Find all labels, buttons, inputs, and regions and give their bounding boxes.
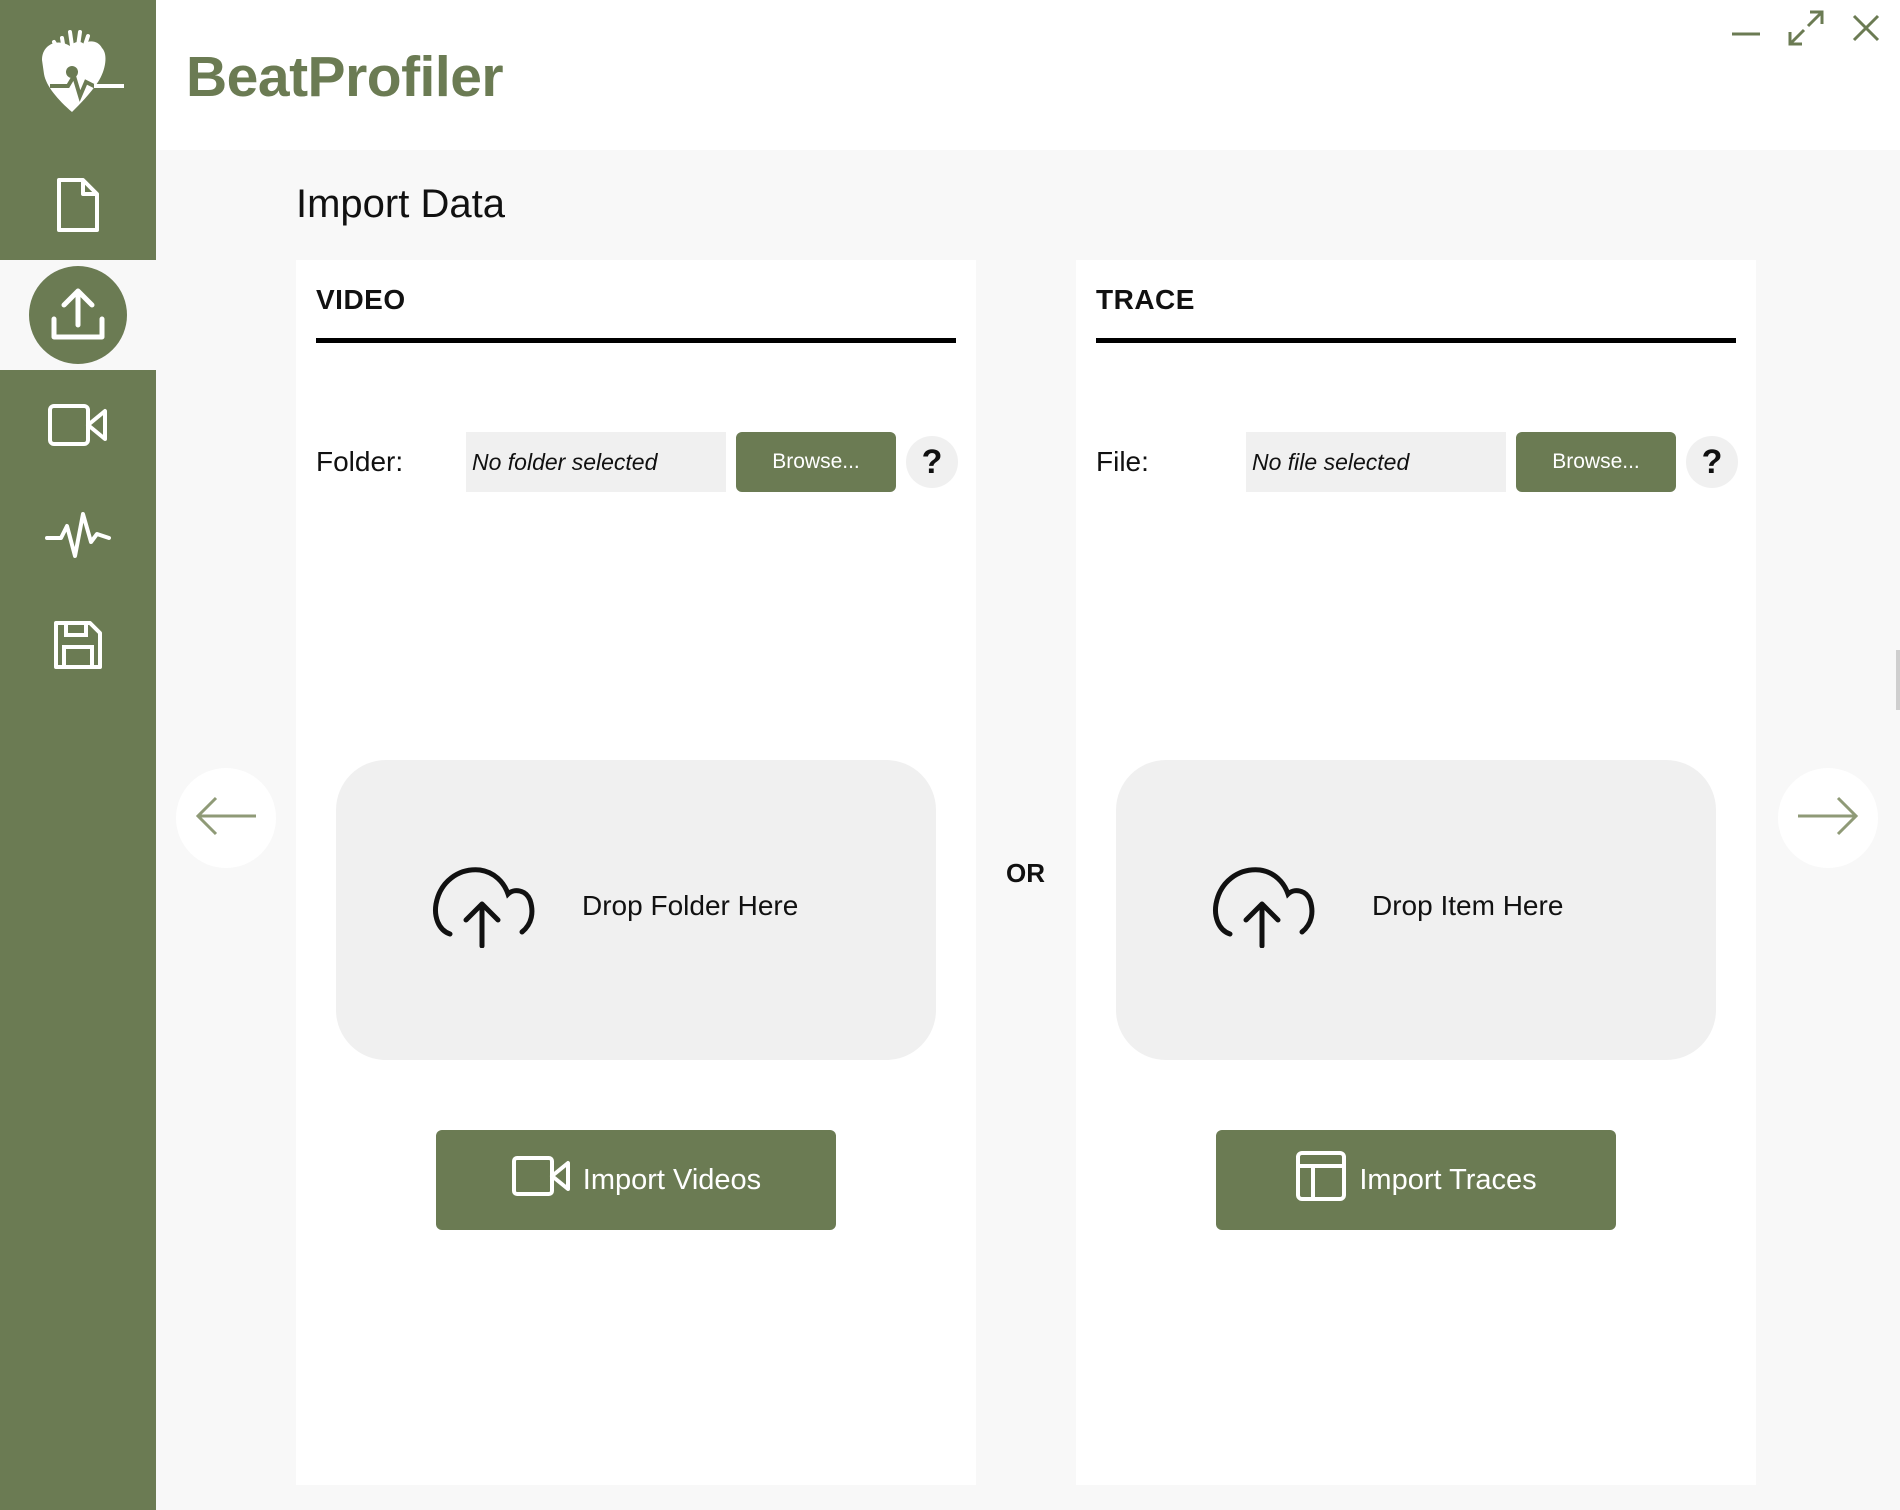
sidebar-item-video[interactable] — [0, 370, 156, 480]
trace-panel: TRACE File: No file selected Browse... ?… — [1076, 260, 1756, 1485]
sidebar-item-file[interactable] — [0, 150, 156, 260]
previous-page-button[interactable] — [176, 768, 276, 868]
sidebar-item-analysis[interactable] — [0, 480, 156, 590]
app-header: BeatProfiler — [156, 0, 1900, 150]
cloud-upload-icon — [1212, 860, 1316, 953]
folder-path-field[interactable]: No folder selected — [466, 432, 726, 492]
browse-file-button[interactable]: Browse... — [1516, 432, 1676, 492]
upload-icon — [48, 285, 108, 345]
file-label: File: — [1096, 446, 1149, 477]
sidebar — [0, 0, 156, 1510]
trace-help-button[interactable]: ? — [1686, 436, 1738, 488]
cloud-upload-icon — [432, 860, 536, 953]
video-panel: VIDEO Folder: No folder selected Browse.… — [296, 260, 976, 1485]
app-title: BeatProfiler — [186, 45, 504, 109]
save-icon — [52, 619, 104, 671]
drop-item-text: Drop Item Here — [1372, 890, 1564, 921]
video-panel-divider — [316, 338, 956, 343]
import-traces-label: Import Traces — [1359, 1163, 1537, 1196]
close-icon — [1850, 12, 1882, 49]
import-videos-label: Import Videos — [582, 1163, 762, 1196]
import-videos-button[interactable]: Import Videos — [436, 1130, 836, 1230]
sidebar-item-save[interactable] — [0, 590, 156, 700]
expand-icon — [1786, 8, 1826, 53]
sidebar-item-import[interactable] — [0, 260, 156, 370]
video-camera-icon — [511, 1155, 583, 1205]
close-button[interactable] — [1844, 8, 1888, 52]
next-page-button[interactable] — [1778, 768, 1878, 868]
maximize-button[interactable] — [1784, 8, 1828, 52]
scrollbar-thumb[interactable] — [1896, 650, 1900, 710]
trace-panel-divider — [1096, 338, 1736, 343]
active-nav-circle — [29, 266, 127, 364]
folder-drop-zone[interactable]: Drop Folder Here — [336, 760, 936, 1060]
item-drop-zone[interactable]: Drop Item Here — [1116, 760, 1716, 1060]
minimize-icon — [1730, 12, 1762, 49]
arrow-left-icon — [194, 796, 258, 841]
or-separator: OR — [1006, 858, 1045, 888]
folder-label: Folder: — [316, 446, 404, 477]
video-panel-heading: VIDEO — [316, 284, 406, 315]
video-help-button[interactable]: ? — [906, 436, 958, 488]
minimize-button[interactable] — [1724, 8, 1768, 52]
file-icon — [53, 176, 103, 234]
arrow-right-icon — [1796, 796, 1860, 841]
drop-folder-text: Drop Folder Here — [582, 890, 799, 921]
waveform-icon — [45, 508, 111, 562]
page-title: Import Data — [296, 182, 505, 226]
heart-logo-icon — [28, 24, 128, 124]
file-path-field[interactable]: No file selected — [1246, 432, 1506, 492]
browse-folder-button[interactable]: Browse... — [736, 432, 896, 492]
import-traces-button[interactable]: Import Traces — [1216, 1130, 1616, 1230]
trace-panel-heading: TRACE — [1096, 284, 1195, 315]
video-camera-icon — [47, 403, 109, 447]
table-icon — [1295, 1150, 1359, 1210]
